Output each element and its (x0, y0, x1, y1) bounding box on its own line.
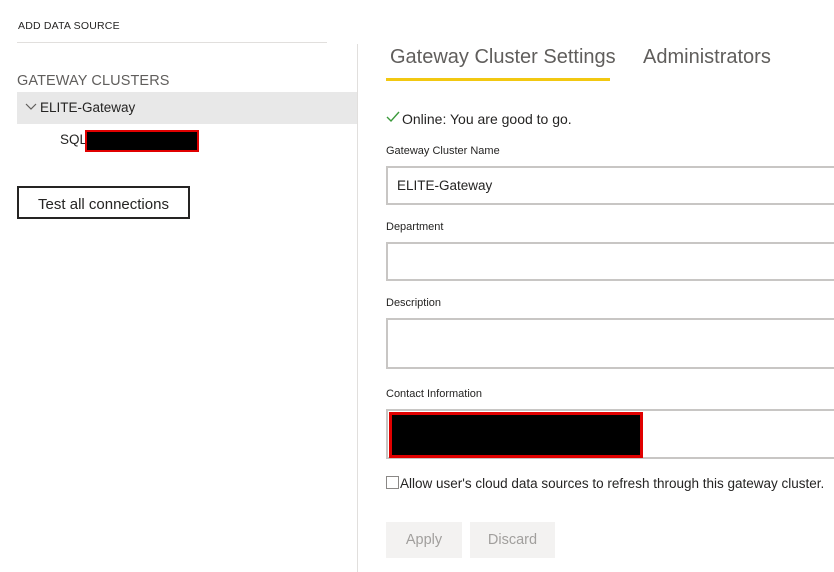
description-label: Description (386, 297, 442, 309)
status-text: Online: You are good to go. (402, 111, 572, 127)
gateway-settings-page: ADD DATA SOURCE GATEWAY CLUSTERS ELITE-G… (0, 0, 834, 572)
discard-button[interactable]: Discard (470, 522, 555, 558)
gateway-status: Online: You are good to go. (386, 111, 572, 127)
department-label: Department (386, 221, 444, 233)
chevron-down-icon[interactable] (25, 100, 37, 112)
add-data-source-divider (17, 42, 327, 43)
pane-divider (357, 44, 358, 572)
cluster-label: ELITE-Gateway (40, 100, 136, 115)
cluster-name-input[interactable] (386, 166, 834, 205)
allow-cloud-refresh-row: Allow user's cloud data sources to refre… (386, 476, 824, 491)
tab-gateway-cluster-settings[interactable]: Gateway Cluster Settings (390, 46, 616, 69)
gateway-clusters-heading: GATEWAY CLUSTERS (17, 73, 170, 89)
active-tab-indicator (386, 78, 610, 81)
tab-administrators[interactable]: Administrators (643, 46, 771, 69)
test-all-connections-button[interactable]: Test all connections (17, 186, 190, 219)
apply-button[interactable]: Apply (386, 522, 462, 558)
add-data-source-link[interactable]: ADD DATA SOURCE (18, 20, 120, 32)
checkmark-icon (386, 111, 400, 123)
data-source-label: SQL (60, 132, 88, 147)
allow-cloud-refresh-label[interactable]: Allow user's cloud data sources to refre… (400, 476, 824, 491)
description-input[interactable] (386, 318, 834, 369)
department-input[interactable] (386, 242, 834, 281)
cluster-item-elite-gateway[interactable]: ELITE-Gateway (17, 92, 357, 124)
contact-information-label: Contact Information (386, 388, 482, 400)
allow-cloud-refresh-checkbox[interactable] (386, 476, 399, 489)
redaction-box (389, 412, 643, 458)
cluster-name-label: Gateway Cluster Name (386, 145, 500, 157)
redaction-box (85, 130, 199, 152)
